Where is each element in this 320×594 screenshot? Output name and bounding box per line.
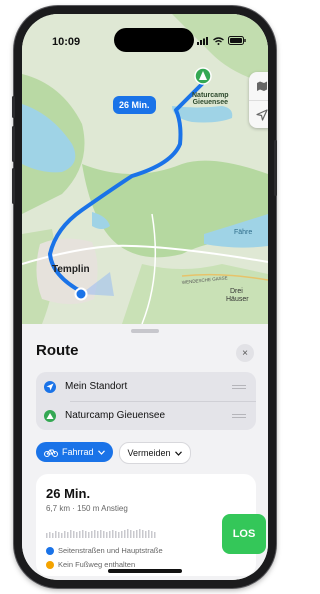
status-bar: 10:09	[22, 14, 268, 54]
faehre-label: Fähre	[234, 229, 252, 236]
destination-label-line2: Gieuensee	[192, 99, 228, 106]
haeuser-label: Häuser	[226, 296, 249, 303]
sheet-title: Route	[36, 342, 79, 359]
status-time: 10:09	[52, 36, 81, 48]
elevation-profile	[46, 529, 156, 538]
route-details: 6,7 km · 150 m Anstieg	[46, 504, 128, 513]
stop-destination-label: Naturcamp Gieuensee	[65, 410, 166, 421]
route-duration: 26 Min.	[46, 486, 91, 501]
stop-origin-label: Mein Standort	[65, 381, 128, 392]
drag-handle-icon[interactable]	[232, 383, 246, 391]
current-location-icon	[74, 287, 88, 301]
phone-screen: Templin Fähre Drei Häuser WENDESCHE GASS…	[22, 14, 268, 580]
route-sheet: Route × Mein Standort Naturcamp Gieuense…	[22, 324, 268, 580]
wifi-icon	[213, 36, 224, 45]
drag-handle-icon[interactable]	[232, 412, 246, 420]
route-options: Fahrrad Vermeiden	[36, 442, 191, 464]
stop-origin[interactable]: Mein Standort	[36, 372, 256, 401]
dynamic-island	[114, 28, 194, 52]
location-arrow-icon	[256, 109, 268, 121]
route-info-roads-label: Seitenstraßen und Hauptstraße	[58, 546, 163, 555]
sheet-grabber[interactable]	[131, 329, 159, 333]
volume-up-button	[12, 126, 15, 162]
volume-down-button	[12, 168, 15, 204]
avoid-chip[interactable]: Vermeiden	[118, 442, 191, 464]
cellular-signal-icon	[197, 36, 208, 45]
close-icon: ×	[242, 347, 248, 359]
warning-icon	[46, 560, 54, 569]
route-info-roads: Seitenstraßen und Hauptstraße	[46, 546, 163, 555]
locate-button[interactable]	[249, 101, 268, 129]
bicycle-icon	[44, 449, 58, 457]
chevron-down-icon	[174, 450, 182, 456]
eta-badge: 26 Min.	[113, 96, 156, 114]
avoid-label: Vermeiden	[127, 448, 171, 458]
map-mode-button[interactable]	[249, 72, 268, 101]
close-button[interactable]: ×	[236, 344, 254, 362]
route-stops: Mein Standort Naturcamp Gieuensee	[36, 372, 256, 430]
town-label: Templin	[52, 264, 90, 275]
destination-label-line1: Naturcamp	[192, 92, 229, 99]
mode-bicycle-chip[interactable]: Fahrrad	[36, 442, 113, 462]
go-button[interactable]: LOS	[222, 514, 266, 554]
drei-label: Drei	[230, 288, 243, 295]
location-arrow-icon	[44, 380, 56, 393]
mute-button	[12, 96, 15, 118]
power-button	[274, 140, 277, 196]
destination-label: Naturcamp Gieuensee	[192, 92, 229, 106]
status-icons	[197, 36, 246, 45]
route-card[interactable]: 26 Min. 6,7 km · 150 m Anstieg Seitenstr…	[36, 474, 266, 576]
route-info-warning-label: Kein Fußweg enthalten	[58, 560, 136, 569]
road-type-icon	[46, 546, 54, 555]
camp-icon	[44, 409, 56, 422]
mode-bicycle-label: Fahrrad	[62, 447, 94, 457]
map-controls	[249, 72, 268, 128]
map-icon	[257, 81, 267, 91]
home-indicator[interactable]	[108, 569, 182, 573]
chevron-down-icon	[97, 449, 105, 455]
battery-icon	[228, 36, 246, 45]
map-view[interactable]: Templin Fähre Drei Häuser WENDESCHE GASS…	[22, 14, 268, 324]
stop-destination[interactable]: Naturcamp Gieuensee	[36, 401, 256, 430]
route-info-warning: Kein Fußweg enthalten	[46, 560, 135, 569]
